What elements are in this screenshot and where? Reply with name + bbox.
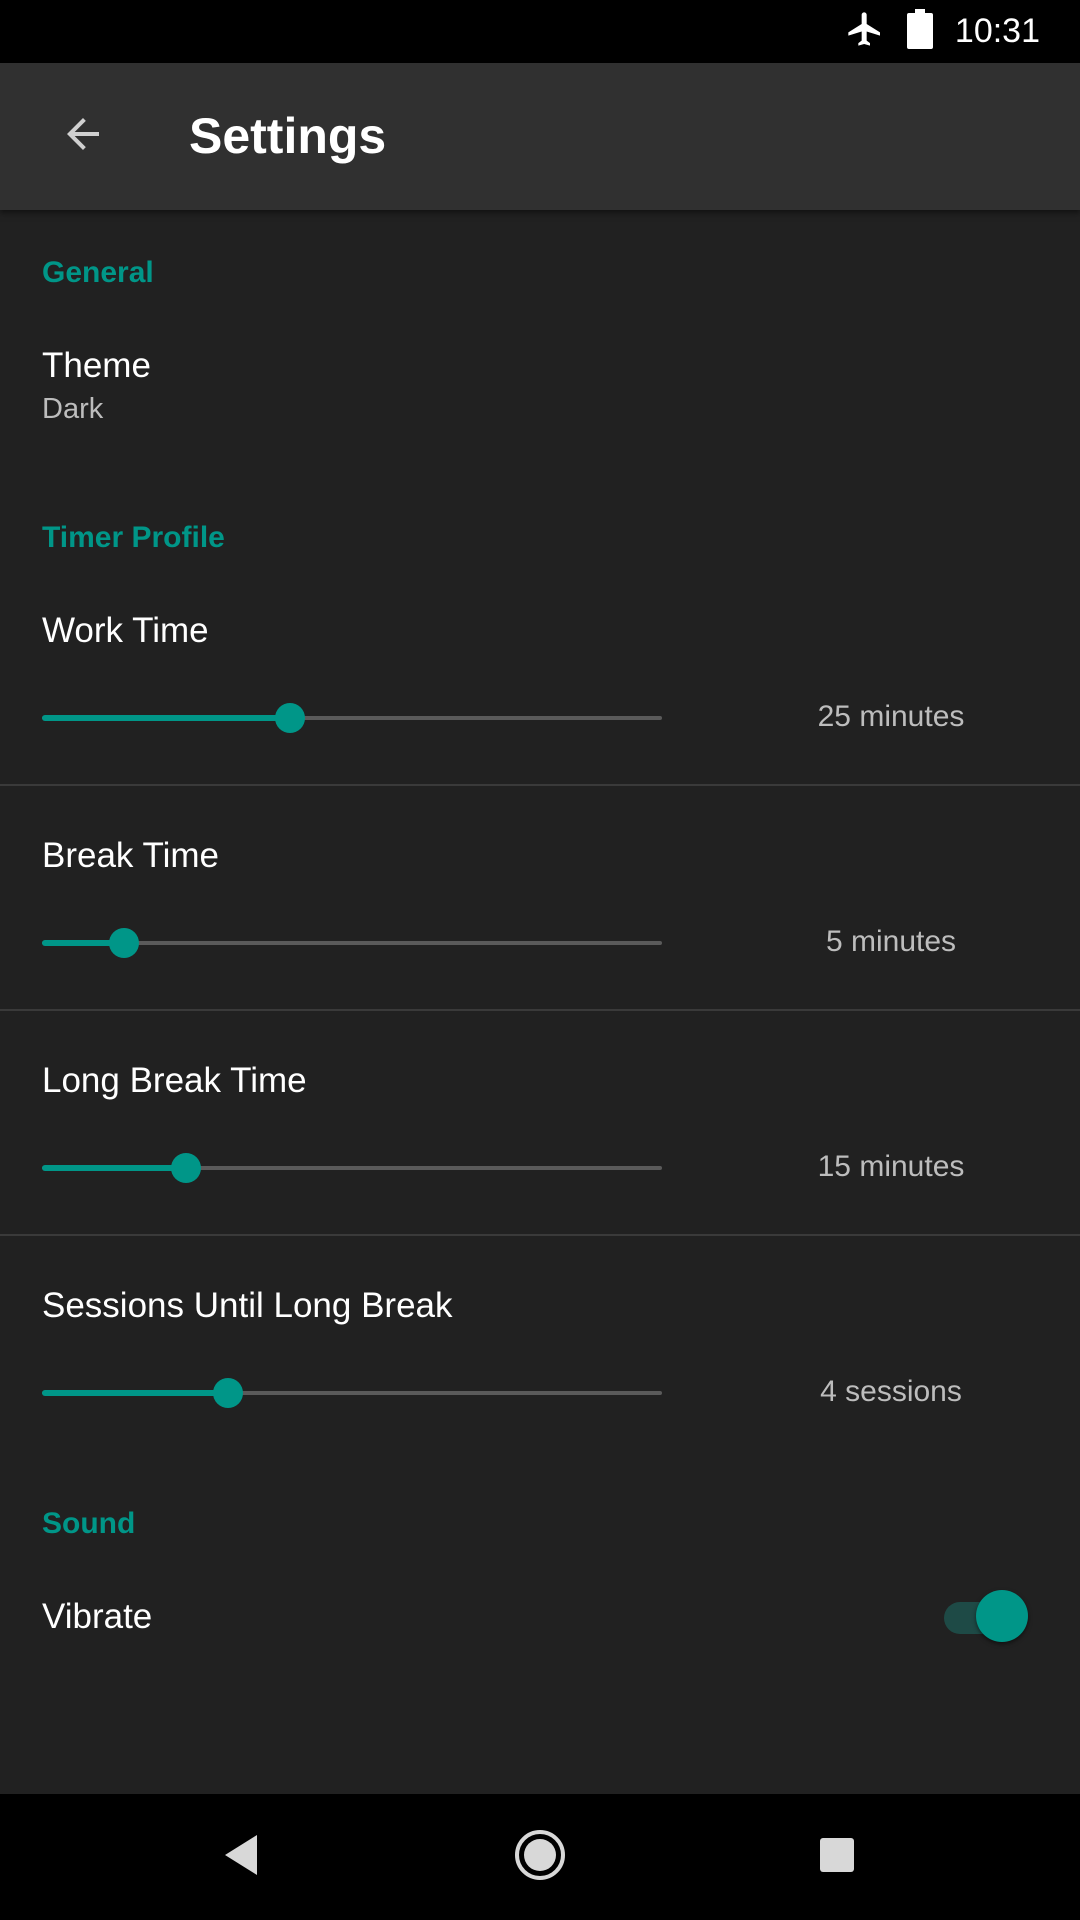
slider-thumb[interactable] xyxy=(275,703,305,733)
airplane-mode-icon xyxy=(845,9,885,54)
section-header-timer-profile: Timer Profile xyxy=(42,521,225,554)
back-button[interactable] xyxy=(42,95,124,177)
nav-back-button[interactable] xyxy=(201,1817,281,1897)
theme-summary: Dark xyxy=(42,393,104,425)
break-time-value: 5 minutes xyxy=(825,925,957,958)
nav-home-button[interactable] xyxy=(500,1817,580,1897)
slider-thumb[interactable] xyxy=(109,928,140,958)
divider xyxy=(0,1234,1080,1236)
vibrate-switch[interactable] xyxy=(944,1590,1030,1644)
section-header-general: General xyxy=(42,256,154,289)
switch-thumb[interactable] xyxy=(976,1590,1028,1642)
work-time-title: Work Time xyxy=(42,611,209,650)
system-nav-bar xyxy=(0,1794,1080,1920)
slider-thumb[interactable] xyxy=(213,1378,243,1408)
work-time-slider[interactable] xyxy=(42,698,662,738)
sessions-until-long-break-title: Sessions Until Long Break xyxy=(42,1286,453,1325)
sessions-until-long-break-slider[interactable] xyxy=(42,1373,662,1413)
status-icons: 10:31 xyxy=(845,0,1040,63)
long-break-time-slider[interactable] xyxy=(42,1148,662,1188)
slider-fill xyxy=(42,1165,187,1171)
divider xyxy=(0,784,1080,786)
nav-home-icon xyxy=(512,1827,568,1888)
slider-thumb[interactable] xyxy=(171,1153,202,1183)
slider-fill xyxy=(42,1390,228,1396)
vibrate-title: Vibrate xyxy=(42,1597,153,1636)
divider xyxy=(0,1009,1080,1011)
battery-icon xyxy=(906,9,933,54)
arrow-back-icon xyxy=(59,110,107,163)
break-time-slider[interactable] xyxy=(42,923,662,963)
break-time-title: Break Time xyxy=(42,836,219,875)
long-break-time-title: Long Break Time xyxy=(42,1061,307,1100)
slider-fill xyxy=(42,715,290,721)
status-time: 10:31 xyxy=(954,12,1040,50)
nav-recents-button[interactable] xyxy=(797,1817,877,1897)
page-title: Settings xyxy=(189,108,387,164)
work-time-value: 25 minutes xyxy=(817,700,965,733)
app-toolbar: Settings xyxy=(0,63,1080,210)
status-bar: 10:31 xyxy=(0,0,1080,63)
theme-title: Theme xyxy=(42,346,151,385)
sessions-until-long-break-value: 4 sessions xyxy=(820,1375,962,1408)
settings-list: General Theme Dark Timer Profile Work Ti… xyxy=(0,210,1080,1794)
section-header-sound: Sound xyxy=(42,1507,136,1540)
nav-recents-icon xyxy=(819,1837,855,1878)
long-break-time-value: 15 minutes xyxy=(817,1150,965,1183)
nav-back-icon xyxy=(221,1833,261,1882)
